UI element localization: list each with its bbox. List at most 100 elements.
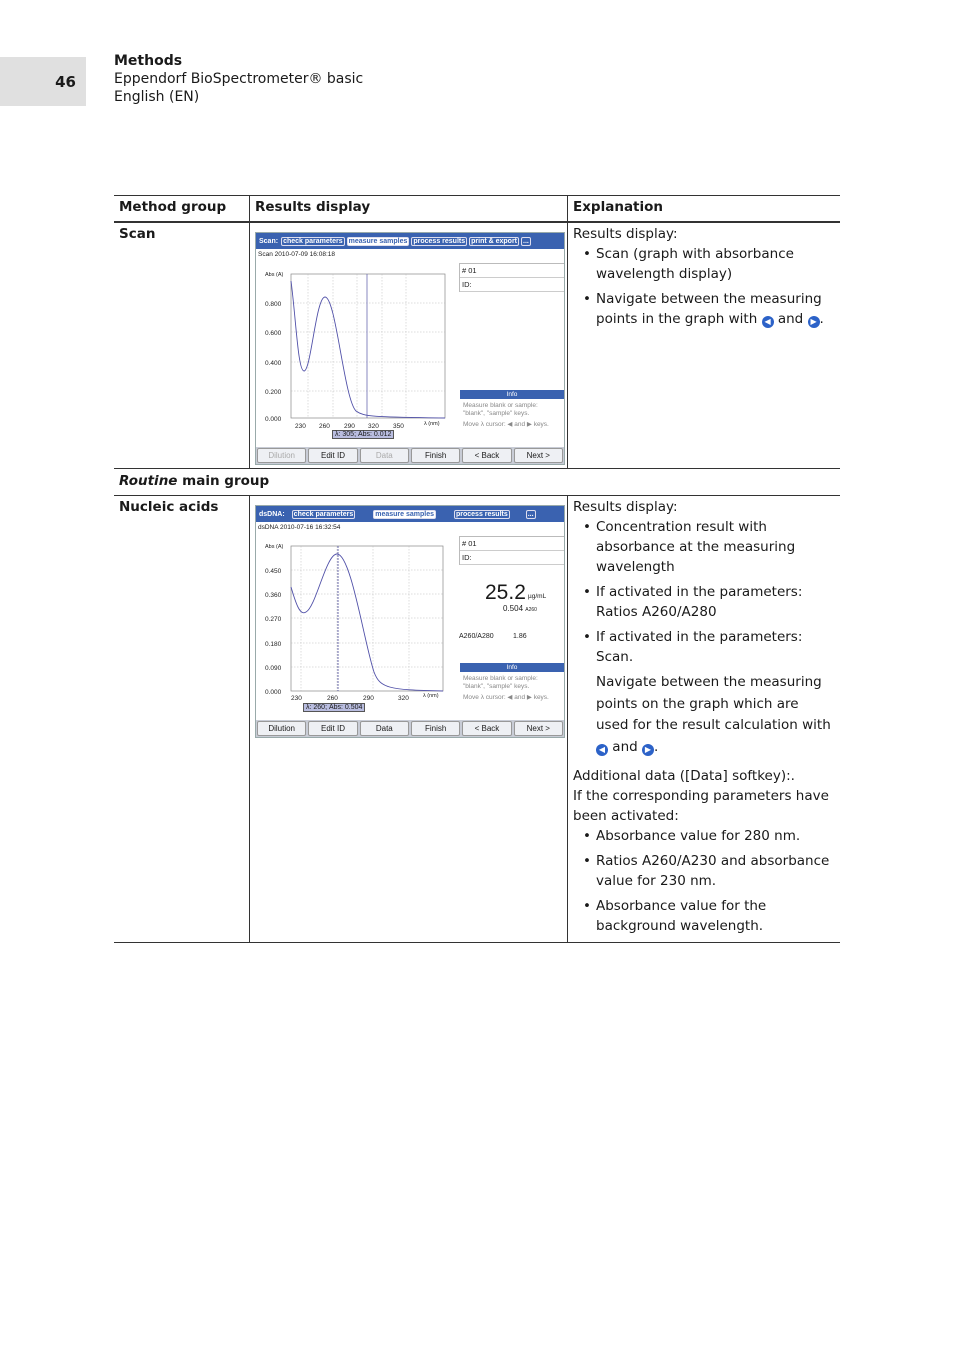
- tab-bar: dsDNA: check parameters measure samples …: [256, 506, 564, 522]
- cursor-readout: λ: 260; Abs: 0.504: [303, 703, 366, 712]
- section-title: Methods: [114, 53, 183, 69]
- bullet: If activated in the parameters: Ratios A…: [573, 582, 835, 622]
- abs-unit: A260: [525, 607, 537, 613]
- y-axis-label: Abs (A): [265, 544, 284, 550]
- ratio-label: A260/A280: [459, 633, 494, 640]
- x-tick: 260: [319, 423, 330, 430]
- page-number: 46: [0, 57, 86, 106]
- bullet: If activated in the parameters: Scan.: [573, 627, 835, 667]
- y-axis-label: Abs (A): [265, 272, 284, 278]
- edit-id-button: Edit ID: [308, 448, 358, 463]
- rule: [567, 495, 568, 942]
- if-params: If the corresponding parameters have bee…: [573, 788, 829, 824]
- sample-id-box: # 01 ID:: [459, 263, 564, 292]
- intro: Results display:: [573, 226, 678, 242]
- left-arrow-icon: ◀: [761, 316, 774, 328]
- and: and: [777, 311, 804, 327]
- bullet: Absorbance value for 280 nm.: [573, 826, 835, 846]
- ratio-value: 1.86: [513, 633, 527, 640]
- bullet: Ratios A260/A230 and absorbance value fo…: [573, 851, 835, 891]
- sample-number: # 01: [460, 537, 564, 551]
- col-header-results-display: Results display: [255, 199, 371, 215]
- tab-print-export: print & export: [469, 236, 520, 246]
- data-button: Data: [359, 448, 409, 463]
- bullet: Scan (graph with absorbance wavelength d…: [573, 244, 835, 284]
- softkey-bar: Dilution Edit ID Data Finish < Back Next…: [256, 447, 564, 464]
- finish-button: Finish: [410, 721, 461, 736]
- y-tick: 0.000: [265, 416, 282, 423]
- navigate: Navigate between the measuring points on…: [596, 674, 831, 733]
- rule: [114, 195, 840, 196]
- nucleic-explanation: Results display: Concentration result wi…: [573, 497, 835, 941]
- col-header-explanation: Explanation: [573, 199, 664, 215]
- sample-id: ID:: [460, 278, 564, 292]
- x-tick: 230: [291, 695, 302, 702]
- info-title: Info: [460, 663, 564, 672]
- info-text: Move λ cursor: ◀ and ▶ keys.: [463, 694, 549, 701]
- x-axis-label: λ (nm): [423, 693, 439, 699]
- info-text: Move λ cursor: ◀ and ▶ keys.: [463, 421, 549, 428]
- group-nucleic-acids: Nucleic acids: [119, 499, 219, 515]
- tab-more: ...: [521, 236, 531, 246]
- tab-process-results: process results: [453, 509, 510, 519]
- right-arrow-icon: ▶: [807, 316, 820, 328]
- rule: [114, 495, 840, 496]
- x-tick: 350: [393, 423, 404, 430]
- col-header-method-group: Method group: [119, 199, 227, 215]
- rule: [249, 495, 250, 942]
- navigate-text: Navigate between the measuring points on…: [596, 674, 831, 756]
- info-panel: Info Measure blank or sample: "blank", "s…: [460, 390, 564, 446]
- bullet: Navigate between the measuring points in…: [573, 289, 835, 329]
- tab-bar: Scan: check parameters measure samples p…: [256, 233, 564, 249]
- rule: [249, 195, 250, 468]
- dilution-button: Dilution: [257, 448, 307, 463]
- routine-rest: main group: [177, 473, 270, 489]
- y-tick: 0.180: [265, 641, 282, 648]
- y-tick: 0.000: [265, 689, 282, 696]
- group-scan: Scan: [119, 226, 156, 242]
- spectrum-plot: Abs (A) 0.800 0.600 0.400 0.200 0.000 230 260…: [265, 272, 446, 430]
- absorbance-value: 0.504 A260: [503, 604, 537, 613]
- y-tick: 0.800: [265, 301, 282, 308]
- abs: 0.504: [503, 604, 524, 613]
- scan-explanation: Results display: Scan (graph with absorb…: [573, 224, 835, 334]
- concentration-unit: µg/mL: [528, 593, 547, 600]
- tab-process-results: process results: [411, 236, 468, 246]
- x-tick: 290: [344, 423, 355, 430]
- y-tick: 0.090: [265, 665, 282, 672]
- tab-check-parameters: check parameters: [291, 509, 356, 519]
- info-text: Measure blank or sample: "blank", "sampl…: [463, 402, 538, 417]
- rule: [114, 468, 840, 469]
- softkey-bar: Dilution Edit ID Data Finish < Back Next…: [256, 720, 564, 737]
- dsdna-results-screenshot: dsDNA: check parameters measure samples …: [255, 505, 565, 738]
- bullet: Absorbance value for the background wave…: [573, 896, 835, 936]
- next-button: Next >: [513, 448, 563, 463]
- info-panel: Info Measure blank or sample: "blank", "s…: [460, 663, 564, 719]
- tab-label: dsDNA:: [259, 510, 285, 518]
- and: and: [612, 738, 638, 755]
- timestamp: Scan 2010-07-09 16:08:18: [258, 251, 335, 258]
- back-button: < Back: [462, 448, 512, 463]
- rule: [114, 942, 840, 943]
- tab-label: Scan:: [259, 237, 279, 245]
- routine-group-title: Routine main group: [119, 471, 269, 491]
- bullet: Concentration result with absorbance at …: [573, 517, 835, 577]
- cursor-readout: λ: 305; Abs: 0.012: [332, 430, 395, 439]
- language: English (EN): [114, 89, 200, 105]
- next-button: Next >: [513, 721, 563, 736]
- y-tick: 0.200: [265, 389, 282, 396]
- x-tick: 230: [295, 423, 306, 430]
- x-tick: 260: [327, 695, 338, 702]
- rule: [567, 195, 568, 468]
- y-tick: 0.400: [265, 360, 282, 367]
- info-text: Measure blank or sample: "blank", "sampl…: [463, 675, 538, 690]
- scan-results-screenshot: Scan: check parameters measure samples p…: [255, 232, 565, 465]
- x-tick: 290: [363, 695, 374, 702]
- sample-id: ID:: [460, 551, 564, 565]
- sample-number: # 01: [460, 264, 564, 278]
- y-tick: 0.450: [265, 568, 282, 575]
- x-axis-label: λ (nm): [424, 421, 440, 427]
- routine-italic: Routine: [119, 473, 178, 489]
- y-tick: 0.360: [265, 592, 282, 599]
- concentration-value: 25.2: [485, 581, 526, 604]
